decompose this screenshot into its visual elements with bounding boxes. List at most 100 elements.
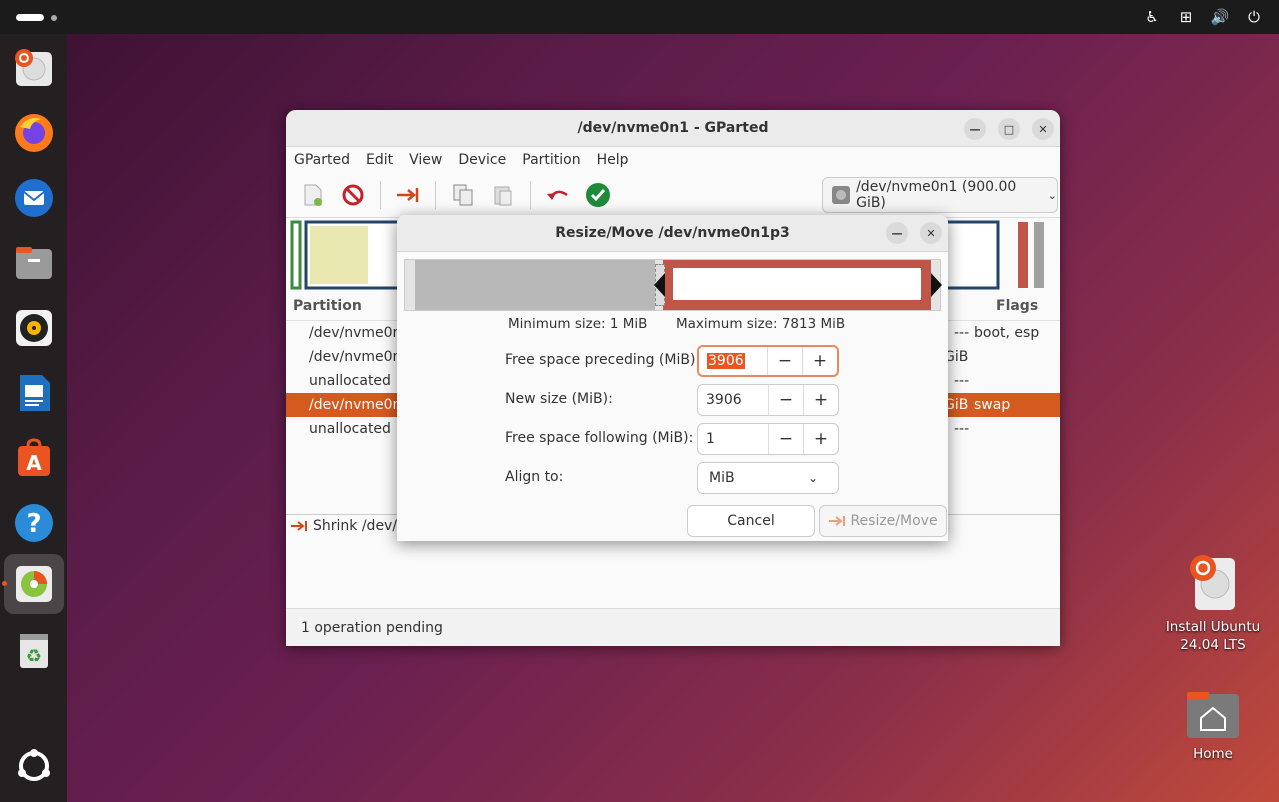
- minus-icon: −: [778, 429, 794, 449]
- column-flags[interactable]: Flags: [996, 298, 1038, 314]
- increment-button[interactable]: +: [802, 347, 837, 375]
- chevron-down-icon: ⌄: [808, 471, 819, 485]
- new-size-input[interactable]: 3906: [698, 392, 768, 408]
- cancel-label: Cancel: [727, 513, 775, 529]
- row-partition: unallocated: [309, 421, 391, 437]
- device-selector[interactable]: /dev/nvme0n1 (900.00 GiB) ⌄: [822, 177, 1058, 213]
- close-icon: ✕: [1038, 122, 1048, 136]
- close-button[interactable]: ✕: [1032, 118, 1054, 140]
- workspace-indicator[interactable]: [16, 14, 44, 21]
- resize-move-button[interactable]: [395, 182, 421, 208]
- trash-icon[interactable]: ♻: [10, 626, 58, 674]
- svg-text:♻: ♻: [26, 646, 42, 667]
- thunderbird-icon[interactable]: [10, 174, 58, 222]
- minimum-size-label: Minimum size: 1 MiB: [508, 316, 648, 332]
- map-efi-partition[interactable]: [290, 220, 302, 290]
- menu-gparted[interactable]: GParted: [294, 152, 350, 168]
- new-size-label: New size (MiB):: [505, 391, 613, 407]
- toolbar-separator: [530, 181, 531, 209]
- gparted-dock-icon[interactable]: [4, 554, 64, 614]
- resize-icon: [291, 521, 307, 531]
- plus-icon: +: [813, 429, 829, 449]
- network-icon[interactable]: ⊞: [1175, 8, 1197, 26]
- menu-edit[interactable]: Edit: [366, 152, 393, 168]
- close-icon: ✕: [926, 226, 936, 240]
- dialog-titlebar[interactable]: Resize/Move /dev/nvme0n1p3 — ✕: [397, 215, 948, 252]
- copy-button[interactable]: [450, 182, 476, 208]
- maximize-button[interactable]: □: [998, 118, 1020, 140]
- map-used-space: [310, 226, 368, 284]
- rhythmbox-icon[interactable]: [10, 304, 58, 352]
- minimize-button[interactable]: —: [964, 118, 986, 140]
- toolbar: /dev/nvme0n1 (900.00 GiB) ⌄: [286, 173, 1060, 218]
- undo-button[interactable]: [545, 182, 571, 208]
- writer-icon[interactable]: [10, 369, 58, 417]
- right-arrow-icon[interactable]: [931, 273, 943, 297]
- menubar: GParted Edit View Device Partition Help: [286, 147, 1060, 173]
- new-partition-button[interactable]: [300, 182, 326, 208]
- accessibility-icon[interactable]: ♿: [1141, 8, 1163, 26]
- menu-help[interactable]: Help: [597, 152, 629, 168]
- top-bar: ♿ ⊞ 🔊 ⏻: [0, 0, 1279, 34]
- decrement-button[interactable]: −: [768, 424, 803, 454]
- power-icon[interactable]: ⏻: [1243, 8, 1265, 26]
- installer-icon: [1190, 555, 1235, 610]
- maximize-icon: □: [1003, 122, 1015, 136]
- increment-button[interactable]: +: [803, 424, 838, 454]
- decrement-button[interactable]: −: [767, 347, 802, 375]
- gparted-titlebar[interactable]: /dev/nvme0n1 - GParted — □ ✕: [286, 110, 1060, 147]
- free-space-preceding-label: Free space preceding (MiB):: [505, 352, 701, 368]
- menu-device[interactable]: Device: [458, 152, 506, 168]
- selected-text: 3906: [707, 353, 745, 369]
- disk-icon: [832, 186, 850, 204]
- help-icon[interactable]: ?: [10, 499, 58, 547]
- svg-text:A: A: [26, 451, 42, 475]
- dialog-close-button[interactable]: ✕: [920, 222, 942, 244]
- menu-view[interactable]: View: [409, 152, 442, 168]
- volume-icon[interactable]: 🔊: [1209, 8, 1231, 26]
- row-size: ---: [954, 373, 970, 389]
- free-space-following-input[interactable]: 1: [698, 431, 768, 447]
- partition-resizer[interactable]: [404, 259, 943, 311]
- apply-icon: [586, 183, 610, 207]
- firefox-icon[interactable]: [10, 109, 58, 157]
- align-to-select[interactable]: MiB ⌄: [697, 462, 839, 494]
- free-space-preceding-spinner[interactable]: 3906 − +: [697, 345, 839, 377]
- resize-move-confirm-button[interactable]: Resize/Move: [819, 505, 947, 537]
- installer-dock-icon[interactable]: [10, 44, 58, 92]
- free-space-preceding-input[interactable]: 3906: [699, 353, 767, 369]
- install-ubuntu-desktop-icon[interactable]: Install Ubuntu 24.04 LTS: [1163, 552, 1263, 654]
- pending-operation-item[interactable]: Shrink /dev/n: [290, 518, 406, 534]
- paste-button[interactable]: [490, 182, 516, 208]
- workspace-dot[interactable]: [51, 15, 57, 21]
- row-size: ---: [954, 421, 970, 437]
- delete-partition-button[interactable]: [340, 182, 366, 208]
- align-to-value: MiB: [709, 470, 735, 486]
- apply-button[interactable]: [585, 182, 611, 208]
- dialog-minimize-button[interactable]: —: [886, 222, 908, 244]
- decrement-button[interactable]: −: [768, 385, 803, 415]
- partition-block[interactable]: [663, 260, 931, 310]
- column-partition[interactable]: Partition: [293, 298, 362, 314]
- home-desktop-icon[interactable]: Home: [1163, 690, 1263, 762]
- map-swap-partition[interactable]: [1018, 222, 1028, 288]
- toolbar-separator: [435, 181, 436, 209]
- free-space-following-spinner[interactable]: 1 − +: [697, 423, 839, 455]
- row-size: ---: [954, 325, 970, 341]
- device-label: /dev/nvme0n1 (900.00 GiB): [856, 179, 1017, 211]
- status-text: 1 operation pending: [301, 620, 443, 636]
- increment-button[interactable]: +: [803, 385, 838, 415]
- files-icon[interactable]: [10, 239, 58, 287]
- app-center-icon[interactable]: A: [10, 434, 58, 482]
- cancel-button[interactable]: Cancel: [687, 505, 815, 537]
- left-arrow-icon: [654, 273, 665, 297]
- align-to-label: Align to:: [505, 469, 564, 485]
- copy-icon: [453, 184, 473, 206]
- map-unallocated[interactable]: [1034, 222, 1044, 288]
- show-apps-icon[interactable]: [10, 742, 58, 790]
- menu-partition[interactable]: Partition: [522, 152, 580, 168]
- new-icon: [304, 184, 322, 206]
- new-size-spinner[interactable]: 3906 − +: [697, 384, 839, 416]
- plus-icon: +: [812, 351, 828, 371]
- maximum-size-label: Maximum size: 7813 MiB: [676, 316, 846, 332]
